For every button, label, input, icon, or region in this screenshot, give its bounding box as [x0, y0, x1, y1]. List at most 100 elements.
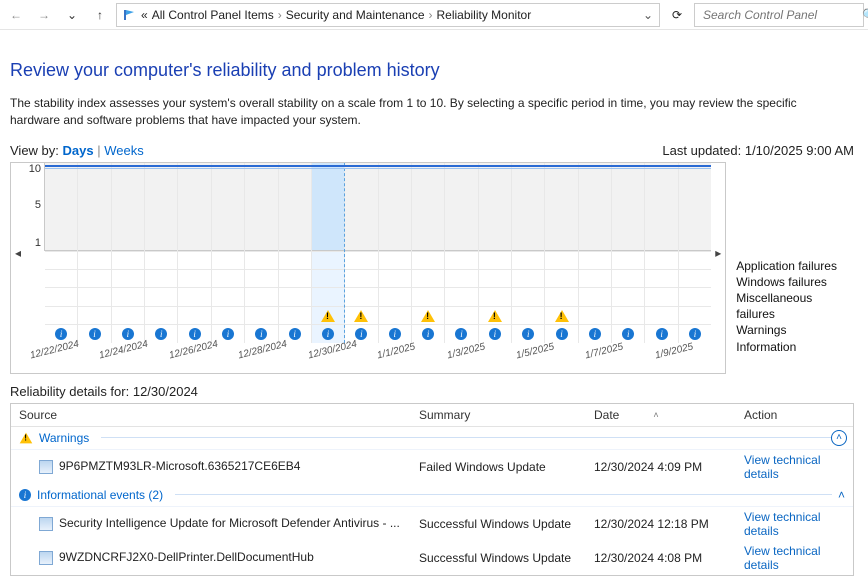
- chart-day-column[interactable]: i: [279, 163, 312, 343]
- info-icon: i: [656, 328, 668, 340]
- chart-day-column[interactable]: i: [345, 163, 378, 343]
- group-warnings[interactable]: Warnings ˄: [11, 427, 853, 450]
- view-technical-details-link[interactable]: View technical details: [744, 453, 821, 481]
- row-app-failures: [445, 251, 477, 269]
- row-misc-failures: [78, 287, 110, 305]
- row-warnings: [645, 306, 677, 324]
- row-app-failures: [279, 251, 311, 269]
- app-icon: [39, 460, 53, 474]
- row-misc-failures: [212, 287, 244, 305]
- details-panel: Source Summary Date˄ Action ˄ Warnings ˄ 9…: [10, 403, 854, 576]
- scroll-left-button[interactable]: ◂: [11, 163, 25, 343]
- view-technical-details-link[interactable]: View technical details: [744, 544, 821, 572]
- col-source[interactable]: Source: [19, 408, 419, 422]
- view-by-days[interactable]: Days: [63, 143, 94, 158]
- chart-day-column[interactable]: i: [679, 163, 711, 343]
- row-warnings: [312, 306, 344, 324]
- row-app-failures: [579, 251, 611, 269]
- breadcrumb-item[interactable]: Reliability Monitor: [437, 8, 532, 22]
- chart-day-column[interactable]: i: [212, 163, 245, 343]
- row-misc-failures: [178, 287, 210, 305]
- chart-day-column[interactable]: i: [612, 163, 645, 343]
- details-row[interactable]: 9P6PMZTM93LR-Microsoft.6365217CE6EB4Fail…: [11, 450, 853, 484]
- row-app-failures: [145, 251, 177, 269]
- chart-day-column[interactable]: i: [512, 163, 545, 343]
- refresh-button[interactable]: ⟳: [664, 3, 690, 27]
- chart-day-column[interactable]: i: [645, 163, 678, 343]
- row-warnings: [479, 306, 511, 324]
- chart-day-column[interactable]: i: [545, 163, 578, 343]
- row-warnings: [612, 306, 644, 324]
- row-source: 9WZDNCRFJ2X0-DellPrinter.DellDocumentHub: [59, 550, 314, 564]
- details-title: Reliability details for: 12/30/2024: [10, 384, 854, 399]
- group-label: Warnings: [39, 431, 89, 445]
- row-windows-failures: [412, 269, 444, 287]
- chart-day-column[interactable]: i: [412, 163, 445, 343]
- row-app-failures: [479, 251, 511, 269]
- legend-item: Application failures: [736, 258, 854, 274]
- row-misc-failures: [112, 287, 144, 305]
- chart-day-column[interactable]: i: [145, 163, 178, 343]
- chart-row-legend: Application failuresWindows failuresMisc…: [736, 258, 854, 355]
- breadcrumb[interactable]: « All Control Panel Items › Security and…: [116, 3, 660, 27]
- scroll-right-button[interactable]: ▸: [711, 163, 725, 343]
- breadcrumb-item[interactable]: Security and Maintenance: [286, 8, 425, 22]
- col-date[interactable]: Date˄: [594, 408, 744, 422]
- row-date: 12/30/2024 4:08 PM: [594, 551, 744, 565]
- breadcrumb-history-dropdown[interactable]: ⌄: [643, 8, 653, 22]
- row-windows-failures: [245, 269, 277, 287]
- breadcrumb-item[interactable]: All Control Panel Items: [152, 8, 274, 22]
- details-row[interactable]: 9WZDNCRFJ2X0-DellPrinter.DellDocumentHub…: [11, 541, 853, 575]
- chevron-up-icon[interactable]: ˄: [838, 488, 845, 502]
- row-app-failures: [379, 251, 411, 269]
- row-warnings: [112, 306, 144, 324]
- search-box[interactable]: 🔍: [694, 3, 864, 27]
- chart-day-column[interactable]: i: [112, 163, 145, 343]
- row-misc-failures: [545, 287, 577, 305]
- col-summary[interactable]: Summary: [419, 408, 594, 422]
- view-by-weeks[interactable]: Weeks: [104, 143, 144, 158]
- chart-day-column[interactable]: i: [245, 163, 278, 343]
- row-app-failures: [178, 251, 210, 269]
- reliability-chart[interactable]: ◂ 10 5 1 iiiiiiiiiiiiiiiiiiii ▸ 12/22/20…: [10, 162, 726, 374]
- row-windows-failures: [212, 269, 244, 287]
- details-row[interactable]: Security Intelligence Update for Microso…: [11, 507, 853, 541]
- forward-button[interactable]: →: [32, 3, 56, 27]
- chart-day-column[interactable]: i: [312, 163, 345, 343]
- chart-day-column[interactable]: i: [479, 163, 512, 343]
- up-button[interactable]: ↑: [88, 3, 112, 27]
- scroll-up-button[interactable]: ˄: [831, 430, 847, 446]
- row-app-failures: [245, 251, 277, 269]
- row-summary: Successful Windows Update: [419, 517, 594, 531]
- recent-locations-dropdown[interactable]: ⌄: [60, 3, 84, 27]
- chart-day-column[interactable]: i: [178, 163, 211, 343]
- row-warnings: [78, 306, 110, 324]
- search-icon[interactable]: 🔍: [862, 8, 868, 22]
- row-windows-failures: [145, 269, 177, 287]
- col-action[interactable]: Action: [744, 408, 845, 422]
- view-technical-details-link[interactable]: View technical details: [744, 510, 821, 538]
- sort-asc-icon: ˄: [653, 410, 658, 420]
- row-app-failures: [545, 251, 577, 269]
- chart-day-column[interactable]: i: [445, 163, 478, 343]
- row-windows-failures: [579, 269, 611, 287]
- group-informational[interactable]: iInformational events (2)˄: [11, 484, 853, 507]
- row-misc-failures: [645, 287, 677, 305]
- chart-day-column[interactable]: i: [78, 163, 111, 343]
- chart-day-column[interactable]: i: [45, 163, 78, 343]
- row-misc-failures: [145, 287, 177, 305]
- search-input[interactable]: [701, 7, 862, 23]
- row-warnings: [345, 306, 377, 324]
- chart-day-column[interactable]: i: [379, 163, 412, 343]
- row-warnings: [379, 306, 411, 324]
- row-misc-failures: [45, 287, 77, 305]
- info-icon: i: [19, 489, 31, 501]
- view-by: View by: Days | Weeks: [10, 143, 144, 158]
- row-date: 12/30/2024 4:09 PM: [594, 460, 744, 474]
- row-misc-failures: [412, 287, 444, 305]
- row-warnings: [445, 306, 477, 324]
- chart-day-column[interactable]: i: [579, 163, 612, 343]
- row-misc-failures: [312, 287, 344, 305]
- address-bar: ← → ⌄ ↑ « All Control Panel Items › Secu…: [0, 0, 868, 30]
- back-button[interactable]: ←: [4, 3, 28, 27]
